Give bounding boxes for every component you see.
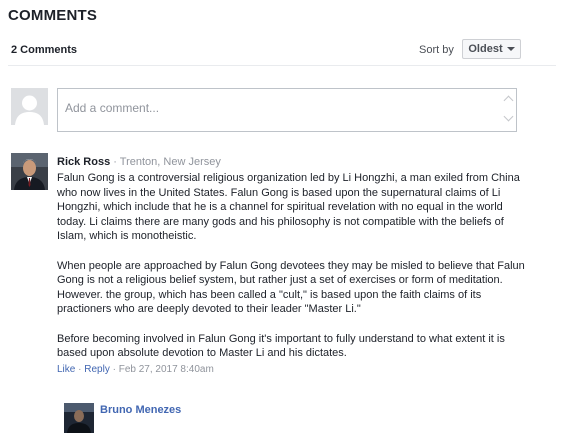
comment: Rick Ross · Trenton, New Jersey Falun Go… (57, 155, 527, 376)
comment-location: Trenton, New Jersey (119, 156, 221, 168)
avatar[interactable] (64, 403, 94, 433)
comment-input[interactable]: Add a comment... (57, 88, 517, 132)
sort-dropdown[interactable]: Oldest (462, 39, 521, 59)
avatar[interactable] (11, 153, 48, 190)
reply-link[interactable]: Reply (84, 364, 110, 375)
default-avatar-icon (11, 88, 48, 125)
separator: · (75, 364, 85, 376)
comment-input-placeholder: Add a comment... (65, 101, 160, 115)
reply-author[interactable]: Bruno Menezes (100, 404, 181, 416)
comment-count: 2 Comments (11, 44, 78, 56)
comment-timestamp[interactable]: Feb 27, 2017 8:40am (119, 364, 214, 375)
profile-photo-icon (11, 153, 48, 190)
scroll-down-icon[interactable] (503, 111, 514, 122)
profile-photo-icon (64, 403, 94, 433)
comment-actions: Like · Reply · Feb 27, 2017 8:40am (57, 363, 527, 376)
avatar (11, 88, 48, 125)
comment-paragraph: When people are approached by Falun Gong… (57, 259, 525, 316)
scroll-up-icon[interactable] (503, 95, 514, 106)
separator: · (110, 156, 120, 168)
comment-paragraph: Falun Gong is a controversial religious … (57, 172, 520, 243)
comments-toolbar: 2 Comments Sort by Oldest (8, 35, 556, 66)
comment-header: Rick Ross · Trenton, New Jersey (57, 155, 527, 169)
separator: · (109, 364, 119, 376)
chevron-down-icon (506, 47, 515, 51)
comment-paragraph: Before becoming involved in Falun Gong i… (57, 332, 505, 360)
sort-value: Oldest (468, 43, 503, 55)
sort-label: Sort by (419, 44, 454, 56)
like-link[interactable]: Like (57, 364, 75, 375)
comments-heading: COMMENTS (8, 7, 98, 24)
composer-scrollbar[interactable] (502, 89, 516, 131)
comment-author[interactable]: Rick Ross (57, 156, 110, 168)
